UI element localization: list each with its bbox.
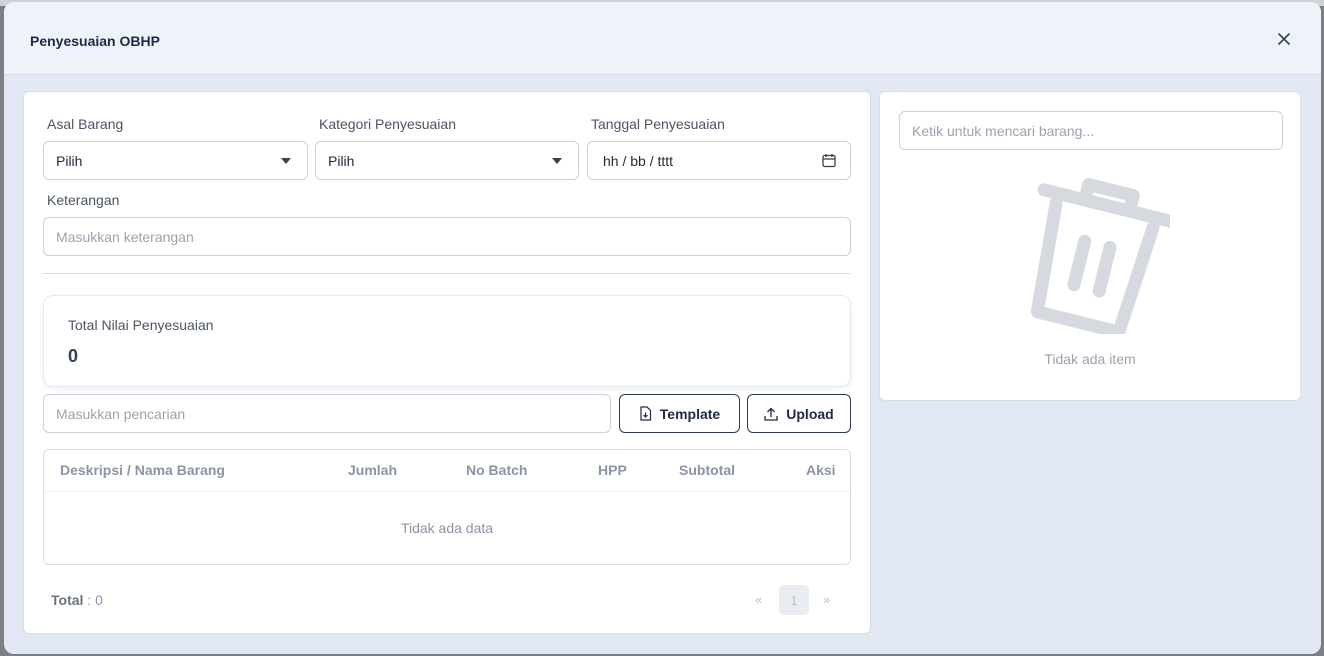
keterangan-label: Keterangan [47,192,120,208]
asal-barang-value: Pilih [56,152,83,169]
chevron-down-icon [552,158,562,164]
total-value: : 0 [83,592,103,608]
summary-value: 0 [68,346,79,366]
form-card: Asal Barang Pilih Kategori Penyesuaian P… [23,91,871,634]
item-search-placeholder: Ketik untuk mencari barang... [912,122,1095,139]
template-button[interactable]: Template [619,394,740,433]
close-button[interactable] [1275,30,1293,48]
file-download-icon [640,406,651,421]
table-header: Deskripsi / Nama Barang Jumlah No Batch … [44,450,850,492]
search-placeholder: Masukkan pencarian [56,405,186,422]
total-count: Total : 0 [51,592,103,608]
kategori-label: Kategori Penyesuaian [319,116,456,132]
kategori-select[interactable]: Pilih [315,141,579,180]
items-table: Deskripsi / Nama Barang Jumlah No Batch … [43,449,851,565]
keterangan-input[interactable]: Masukkan keterangan [43,217,851,256]
col-jumlah: Jumlah [348,462,398,478]
template-label: Template [659,405,721,422]
modal-title: Penyesuaian OBHP [30,33,160,49]
pagination-page[interactable]: 1 [779,585,809,615]
search-input[interactable]: Masukkan pencarian [43,394,611,433]
empty-items-message: Tidak ada item [1044,351,1136,367]
pagination-prev[interactable]: « [755,592,762,607]
summary-label: Total Nilai Penyesuaian [68,317,214,333]
tanggal-value: hh / bb / tttt [603,152,674,169]
adjustment-modal: Penyesuaian OBHP Asal Barang Pilih Kateg… [4,2,1321,654]
item-search-input[interactable]: Ketik untuk mencari barang... [899,111,1283,150]
tanggal-date-input[interactable]: hh / bb / tttt [587,141,851,180]
col-aksi: Aksi [806,462,836,478]
col-subtotal: Subtotal [679,462,735,478]
upload-button[interactable]: Upload [747,394,851,433]
col-no-batch: No Batch [466,462,528,478]
item-search-card: Ketik untuk mencari barang... Tidak ada … [879,91,1301,401]
table-empty-message: Tidak ada data [400,520,494,536]
kategori-value: Pilih [328,152,355,169]
modal-header: Penyesuaian OBHP [4,2,1321,75]
upload-label: Upload [786,405,834,422]
keterangan-placeholder: Masukkan keterangan [56,228,194,245]
col-hpp: HPP [598,462,627,478]
chevron-down-icon [281,158,291,164]
total-summary-card: Total Nilai Penyesuaian 0 [43,295,851,387]
divider [43,273,851,274]
trash-icon [1030,177,1170,334]
asal-barang-label: Asal Barang [47,116,124,132]
pagination-next[interactable]: » [823,592,830,607]
upload-icon [764,407,778,421]
asal-barang-select[interactable]: Pilih [43,141,308,180]
col-deskripsi: Deskripsi / Nama Barang [60,462,225,478]
close-icon [1278,33,1290,45]
total-label: Total [51,592,84,608]
tanggal-label: Tanggal Penyesuaian [591,116,725,132]
calendar-icon[interactable] [822,153,836,168]
